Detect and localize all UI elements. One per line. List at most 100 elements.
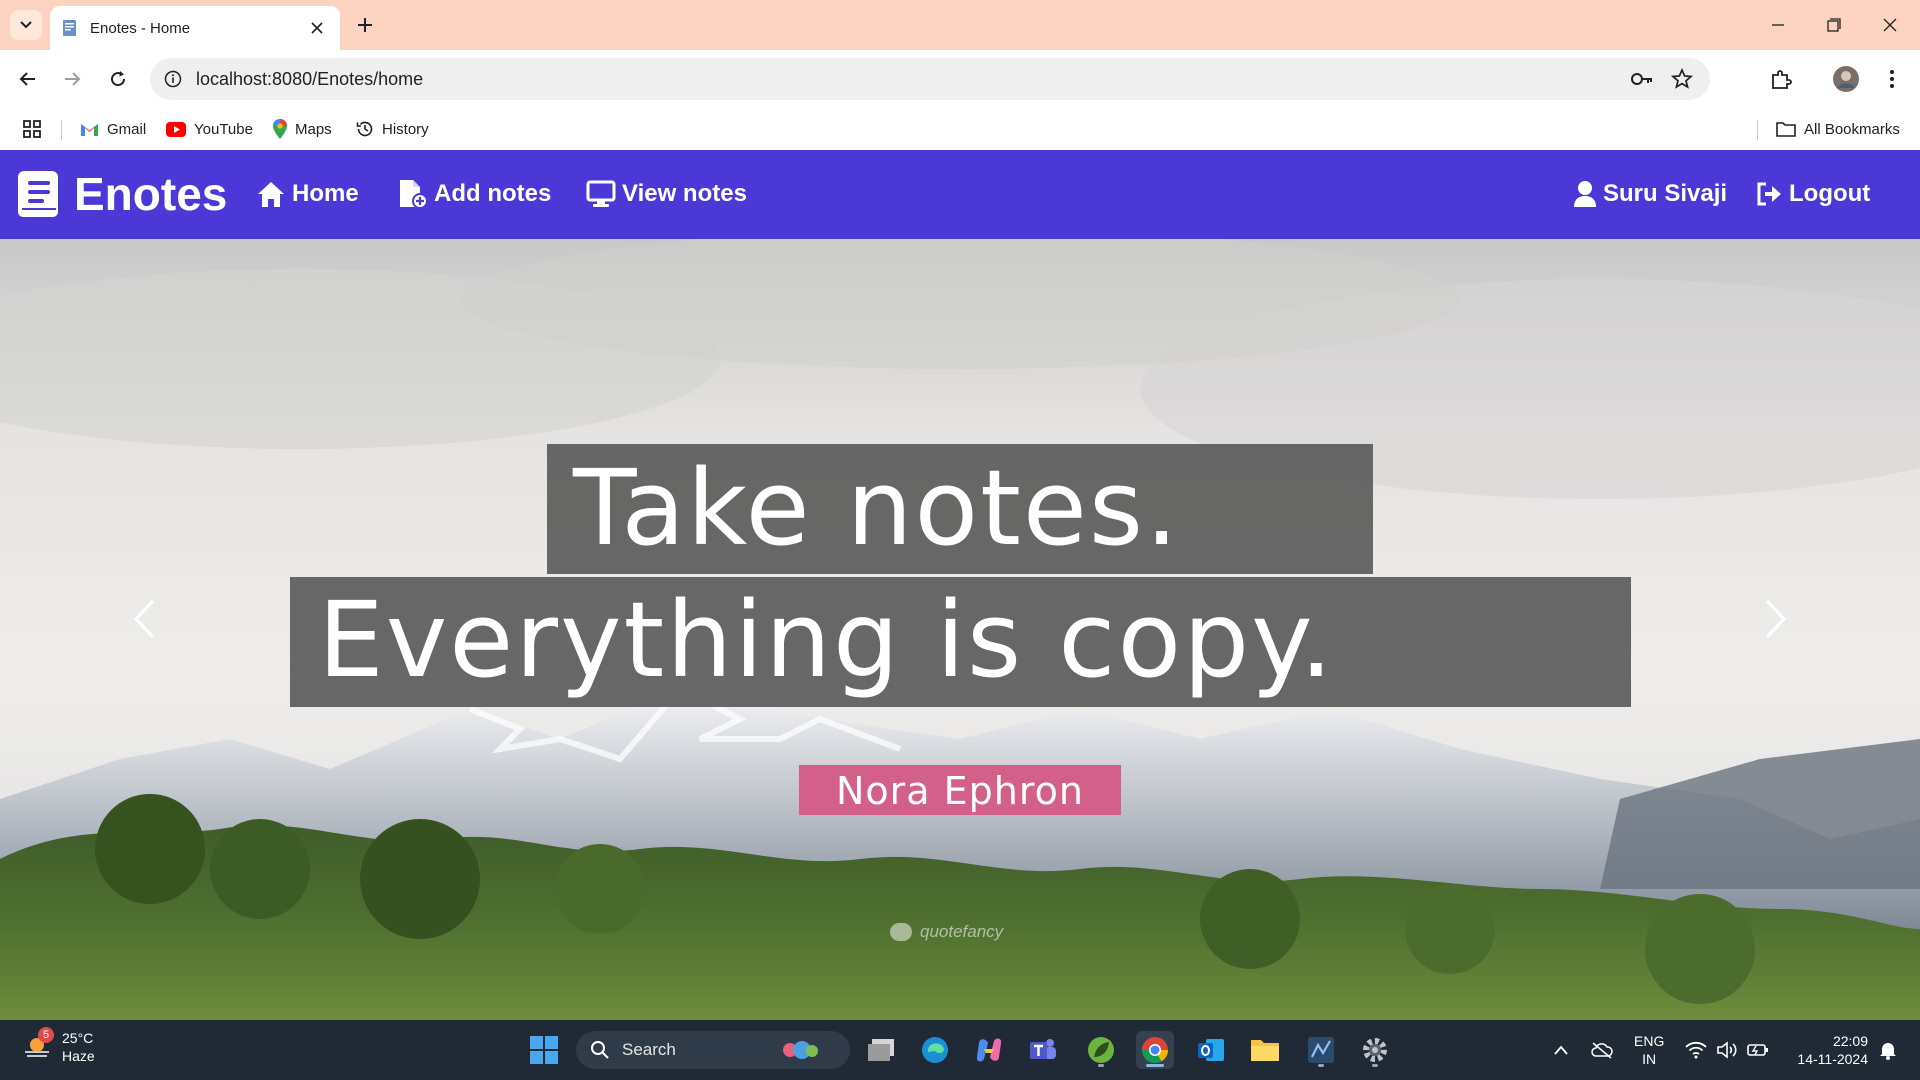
system-clock[interactable]: 22:09 14-11-2024 <box>1784 1032 1868 1068</box>
logout-icon <box>1757 182 1781 206</box>
taskbar-edge[interactable] <box>916 1031 954 1069</box>
forward-button[interactable] <box>57 64 87 94</box>
user-icon <box>1574 181 1596 207</box>
taskbar-search[interactable]: Search <box>576 1031 850 1069</box>
chevron-up-icon <box>1554 1045 1568 1055</box>
browser-menu-button[interactable] <box>1876 63 1908 95</box>
taskbar-file-explorer[interactable] <box>1246 1031 1284 1069</box>
task-view-button[interactable] <box>862 1031 900 1069</box>
volume-status[interactable] <box>1715 1038 1739 1062</box>
wifi-status[interactable] <box>1684 1038 1708 1062</box>
weather-notification-badge: 5 <box>38 1027 54 1043</box>
browser-tab-bar: Enotes - Home <box>0 0 1920 50</box>
search-highlight-icon <box>783 1041 818 1059</box>
copilot-icon <box>976 1038 1002 1062</box>
bookmark-star-icon[interactable] <box>1670 67 1694 91</box>
bookmarks-divider <box>1757 120 1758 140</box>
cloud-off-icon <box>1591 1042 1613 1059</box>
nav-view-notes[interactable]: View notes <box>586 176 747 212</box>
start-button[interactable] <box>525 1031 563 1069</box>
nav-logout[interactable]: Logout <box>1755 176 1870 212</box>
carousel-next-button[interactable] <box>1756 594 1796 644</box>
kebab-menu-icon <box>1890 70 1894 88</box>
profile-button[interactable] <box>1830 63 1862 95</box>
wifi-icon <box>1685 1041 1707 1059</box>
running-indicator <box>1318 1064 1324 1067</box>
brand-logo[interactable]: Enotes <box>16 164 227 224</box>
reload-button[interactable] <box>103 64 133 94</box>
bookmarks-divider <box>61 120 62 140</box>
taskbar-mysql-workbench[interactable] <box>1302 1031 1340 1069</box>
clock-date: 14-11-2024 <box>1797 1051 1868 1067</box>
nav-add-notes[interactable]: Add notes <box>398 176 551 212</box>
taskbar-settings[interactable] <box>1356 1031 1394 1069</box>
nav-user-profile[interactable]: Suru Sivaji <box>1573 176 1727 212</box>
bookmark-label: YouTube <box>194 120 253 138</box>
minimize-button[interactable] <box>1758 10 1798 40</box>
monitor-icon <box>586 180 616 207</box>
input-language[interactable]: ENG IN <box>1634 1032 1664 1068</box>
weather-temp: 25°C <box>62 1030 94 1046</box>
spring-leaf-icon <box>1088 1037 1114 1063</box>
logout-label: Logout <box>1789 180 1871 207</box>
outlook-icon <box>1198 1039 1224 1061</box>
onedrive-status[interactable] <box>1590 1038 1614 1062</box>
apps-grid-icon <box>23 120 41 138</box>
password-key-icon[interactable] <box>1630 68 1654 90</box>
nav-home-label: Home <box>292 180 359 207</box>
tab-title: Enotes - Home <box>90 19 191 37</box>
new-tab-button[interactable] <box>350 11 380 39</box>
quote-author: Nora Ephron <box>836 769 1084 813</box>
taskbar-chrome[interactable] <box>1136 1031 1174 1069</box>
site-info-icon[interactable] <box>162 68 184 90</box>
nav-home[interactable]: Home <box>256 176 359 212</box>
tray-overflow-button[interactable] <box>1549 1038 1573 1062</box>
browser-toolbar: localhost:8080/Enotes/home <box>0 50 1920 108</box>
region-code: IN <box>1642 1051 1657 1067</box>
minimize-icon <box>1772 24 1784 26</box>
back-button[interactable] <box>13 64 43 94</box>
taskbar-teams[interactable] <box>1024 1031 1062 1069</box>
notepad-favicon-icon <box>63 20 76 36</box>
close-window-button[interactable] <box>1870 10 1910 40</box>
arrow-right-icon <box>65 72 81 86</box>
bookmark-youtube[interactable]: YouTube <box>166 117 253 141</box>
taskbar-copilot[interactable] <box>970 1031 1008 1069</box>
plus-icon <box>358 18 372 32</box>
bookmark-label: History <box>382 120 429 138</box>
tab-close-button[interactable] <box>306 17 328 39</box>
file-plus-icon <box>400 180 428 209</box>
folder-icon <box>1776 122 1796 137</box>
carousel-prev-button[interactable] <box>124 594 164 644</box>
bookmark-gmail[interactable]: Gmail <box>80 117 146 141</box>
bookmark-label: Maps <box>295 120 332 138</box>
chevron-left-icon <box>133 599 155 639</box>
address-bar[interactable]: localhost:8080/Enotes/home <box>150 58 1710 100</box>
url-text[interactable]: localhost:8080/Enotes/home <box>196 69 423 90</box>
notification-center-button[interactable] <box>1876 1038 1900 1062</box>
taskbar-spring-tool[interactable] <box>1082 1031 1120 1069</box>
close-icon <box>311 22 323 34</box>
windows-logo-icon <box>530 1036 558 1064</box>
avatar <box>1833 66 1859 92</box>
extensions-button[interactable] <box>1765 63 1797 95</box>
battery-status[interactable] <box>1746 1038 1770 1062</box>
watermark-text: quotefancy <box>920 922 1004 941</box>
nav-view-notes-label: View notes <box>622 180 747 207</box>
bookmark-history[interactable]: History <box>356 117 429 141</box>
tab-search-button[interactable] <box>10 10 42 40</box>
restore-button[interactable] <box>1814 10 1854 40</box>
browser-tab-active[interactable]: Enotes - Home <box>50 6 340 50</box>
taskbar-search-label: Search <box>622 1040 676 1059</box>
user-name: Suru Sivaji <box>1603 180 1728 207</box>
bookmark-maps[interactable]: Maps <box>273 117 332 141</box>
weather-widget[interactable]: 5 25°C Haze <box>22 1027 95 1065</box>
hero-carousel: Take notes. Everything is copy. Nora Eph… <box>0 239 1920 1020</box>
all-bookmarks-label: All Bookmarks <box>1804 120 1900 138</box>
taskbar-outlook[interactable] <box>1192 1031 1230 1069</box>
all-bookmarks-button[interactable]: All Bookmarks <box>1776 117 1900 141</box>
running-indicator <box>1372 1064 1378 1067</box>
quote-line2: Everything is copy. <box>318 579 1335 701</box>
close-icon <box>1883 18 1897 32</box>
apps-button[interactable] <box>22 117 50 141</box>
